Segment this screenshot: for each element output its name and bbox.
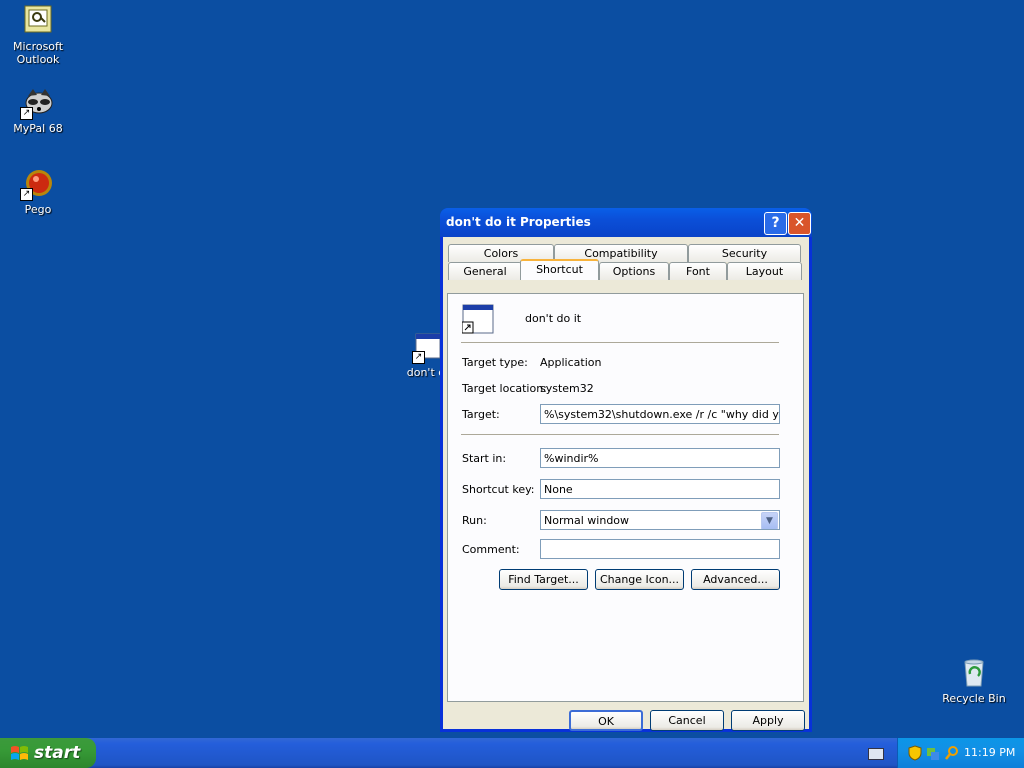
taskbar: start 11:19 PM xyxy=(0,738,1024,768)
shortcut-arrow-icon: ↗ xyxy=(20,107,33,120)
recycle-bin-icon xyxy=(958,656,990,688)
desktop-icon-label: Recycle Bin xyxy=(942,692,1006,705)
target-type-value: Application xyxy=(540,356,602,369)
start-in-label: Start in: xyxy=(462,452,507,465)
dialog-client-area: Colors Compatibility Security General Sh… xyxy=(443,237,809,731)
start-button[interactable]: start xyxy=(0,738,96,768)
divider xyxy=(461,342,779,343)
target-field[interactable]: %\system32\shutdown.exe /r /c "why did y… xyxy=(540,404,780,424)
title-bar[interactable]: don't do it Properties ? ✕ xyxy=(440,208,812,237)
find-target-button[interactable]: Find Target... xyxy=(499,569,588,590)
desktop-icon-mypal[interactable]: ↗ MyPal 68 xyxy=(0,86,76,135)
shortcut-arrow-icon: ↗ xyxy=(412,351,425,364)
desktop-icon-label: Pego xyxy=(24,203,52,216)
tab-general[interactable]: General xyxy=(448,262,522,280)
target-location-label: Target location: xyxy=(462,382,547,395)
target-label: Target: xyxy=(462,408,500,421)
cancel-button[interactable]: Cancel xyxy=(650,710,724,731)
shortcut-tab-page: don't do it Target type: Application Tar… xyxy=(447,293,804,702)
tab-shortcut[interactable]: Shortcut xyxy=(520,259,599,280)
chevron-down-icon[interactable]: ▼ xyxy=(761,512,778,529)
tab-security[interactable]: Security xyxy=(688,244,801,262)
apply-button[interactable]: Apply xyxy=(731,710,805,731)
application-window-icon: ↗ xyxy=(410,330,442,364)
ok-button[interactable]: OK xyxy=(569,710,643,731)
pego-icon: ↗ xyxy=(20,167,54,201)
comment-field[interactable] xyxy=(540,539,780,559)
outlook-icon xyxy=(22,4,54,36)
windows-flag-icon xyxy=(11,746,28,760)
desktop-icon-label: Microsoft xyxy=(12,40,64,53)
security-shield-icon[interactable] xyxy=(908,745,922,764)
change-icon-button[interactable]: Change Icon... xyxy=(595,569,684,590)
desktop-icon-outlook[interactable]: Microsoft Outlook xyxy=(0,4,76,66)
keyboard-icon[interactable] xyxy=(868,748,884,760)
run-select-value: Normal window xyxy=(544,514,630,527)
run-select[interactable]: Normal window ▼ xyxy=(540,510,780,530)
network-icon[interactable] xyxy=(926,745,940,764)
run-label: Run: xyxy=(462,514,487,527)
start-in-field[interactable]: %windir% xyxy=(540,448,780,468)
close-button[interactable]: ✕ xyxy=(788,212,811,235)
shortcut-name: don't do it xyxy=(525,312,582,325)
tab-layout[interactable]: Layout xyxy=(727,262,802,280)
application-window-icon xyxy=(461,304,494,336)
advanced-button[interactable]: Advanced... xyxy=(691,569,780,590)
target-location-value: system32 xyxy=(540,382,594,395)
desktop-icon-recycle-bin[interactable]: Recycle Bin xyxy=(936,656,1012,705)
system-tray: 11:19 PM xyxy=(897,738,1024,768)
divider xyxy=(461,434,779,435)
window-title: don't do it Properties xyxy=(446,215,591,229)
comment-label: Comment: xyxy=(462,543,520,556)
shortcut-key-field[interactable]: None xyxy=(540,479,780,499)
target-type-label: Target type: xyxy=(462,356,528,369)
help-button[interactable]: ? xyxy=(764,212,787,235)
shortcut-key-label: Shortcut key: xyxy=(462,483,535,496)
start-label: start xyxy=(34,743,81,763)
properties-window: don't do it Properties ? ✕ Colors Compat… xyxy=(440,208,812,732)
desktop-icon-pego[interactable]: ↗ Pego xyxy=(0,167,76,216)
mypal-icon: ↗ xyxy=(20,86,54,120)
desktop-icon-label: Outlook xyxy=(16,53,60,66)
clock: 11:19 PM xyxy=(964,746,1016,759)
tab-options[interactable]: Options xyxy=(599,262,669,280)
shortcut-arrow-icon: ↗ xyxy=(20,188,33,201)
search-icon[interactable] xyxy=(944,745,960,764)
desktop-icon-label: MyPal 68 xyxy=(13,122,63,135)
tab-font[interactable]: Font xyxy=(669,262,727,280)
